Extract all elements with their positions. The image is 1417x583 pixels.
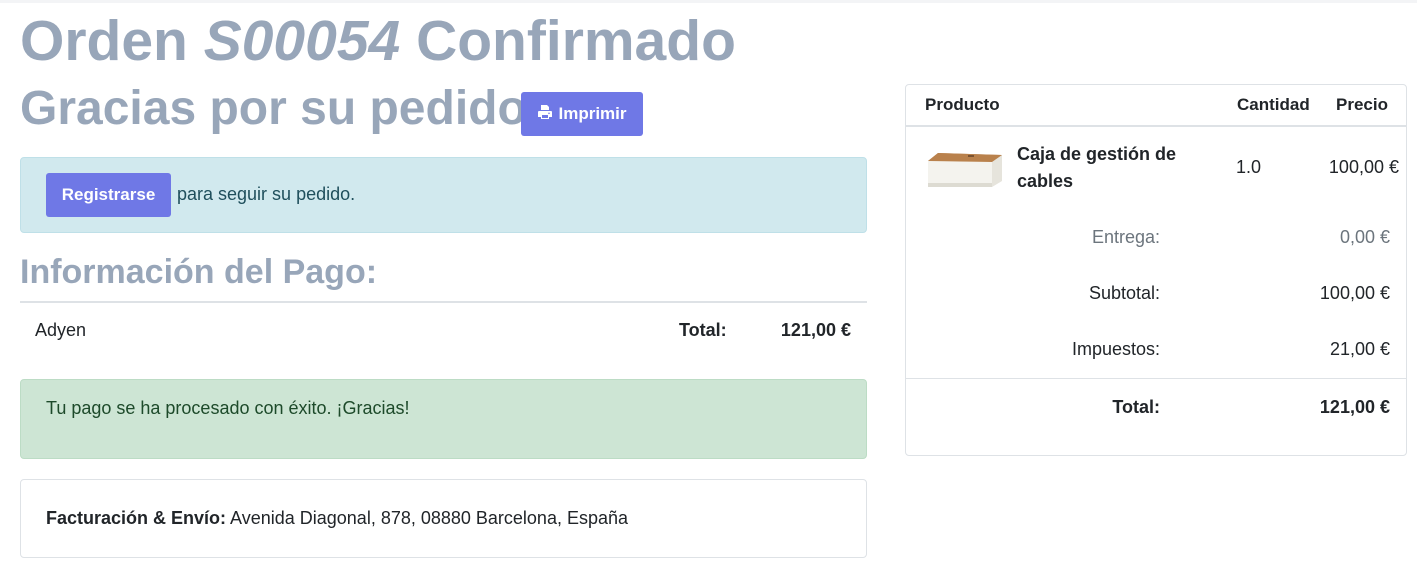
product-quantity: 1.0 xyxy=(1236,157,1262,177)
product-image xyxy=(928,153,1002,187)
delivery-label: Entrega: xyxy=(1091,227,1160,247)
printer-icon xyxy=(537,104,553,125)
delivery-value: 0,00 € xyxy=(1339,227,1390,247)
col-header-price: Precio xyxy=(1336,95,1388,114)
thanks-heading: Gracias por su pedido. xyxy=(20,82,541,135)
payment-title: Información del Pago: xyxy=(20,253,378,291)
signup-alert: Registrarse para seguir su pedido. xyxy=(20,157,867,233)
billing-card: Facturación & Envío: Avenida Diagonal, 8… xyxy=(20,479,867,558)
signup-text: para seguir su pedido. xyxy=(177,184,356,204)
top-divider xyxy=(0,0,1417,3)
subtotal-value: 100,00 € xyxy=(1319,283,1390,303)
summary-header-divider xyxy=(906,125,1406,127)
payment-method: Adyen xyxy=(35,320,87,340)
print-button-label: Imprimir xyxy=(558,104,627,123)
order-number: S00054 xyxy=(203,9,401,73)
payment-total-label: Total: xyxy=(679,320,727,340)
payment-total-value: 121,00 € xyxy=(780,320,851,340)
payment-success-text: Tu pago se ha procesado con éxito. ¡Grac… xyxy=(46,398,410,418)
summary-total-label: Total: xyxy=(1112,397,1160,417)
print-button[interactable]: Imprimir xyxy=(521,92,643,136)
page-title: Orden S00054 Confirmado xyxy=(20,8,736,74)
billing-info: Facturación & Envío: Avenida Diagonal, 8… xyxy=(46,508,628,529)
payment-success-alert: Tu pago se ha procesado con éxito. ¡Grac… xyxy=(20,379,867,459)
order-status: Confirmado xyxy=(400,9,736,73)
summary-total-divider xyxy=(906,378,1406,379)
subtotal-label: Subtotal: xyxy=(1088,283,1160,303)
taxes-label: Impuestos: xyxy=(1071,339,1160,359)
product-price: 100,00 € xyxy=(1328,157,1399,177)
col-header-quantity: Cantidad xyxy=(1237,95,1310,114)
order-prefix: Orden xyxy=(20,9,204,73)
product-name: Caja de gestión de cables xyxy=(1017,144,1177,191)
payment-divider xyxy=(20,301,867,303)
col-header-product: Producto xyxy=(925,95,1000,114)
billing-label: Facturación & Envío: xyxy=(46,508,227,528)
order-summary-card: Producto Cantidad Precio Caja de gestión… xyxy=(905,84,1407,456)
billing-address: Avenida Diagonal, 878, 08880 Barcelona, … xyxy=(226,508,629,528)
register-button[interactable]: Registrarse xyxy=(46,173,171,217)
summary-total-value: 121,00 € xyxy=(1319,397,1390,417)
taxes-value: 21,00 € xyxy=(1329,339,1390,359)
